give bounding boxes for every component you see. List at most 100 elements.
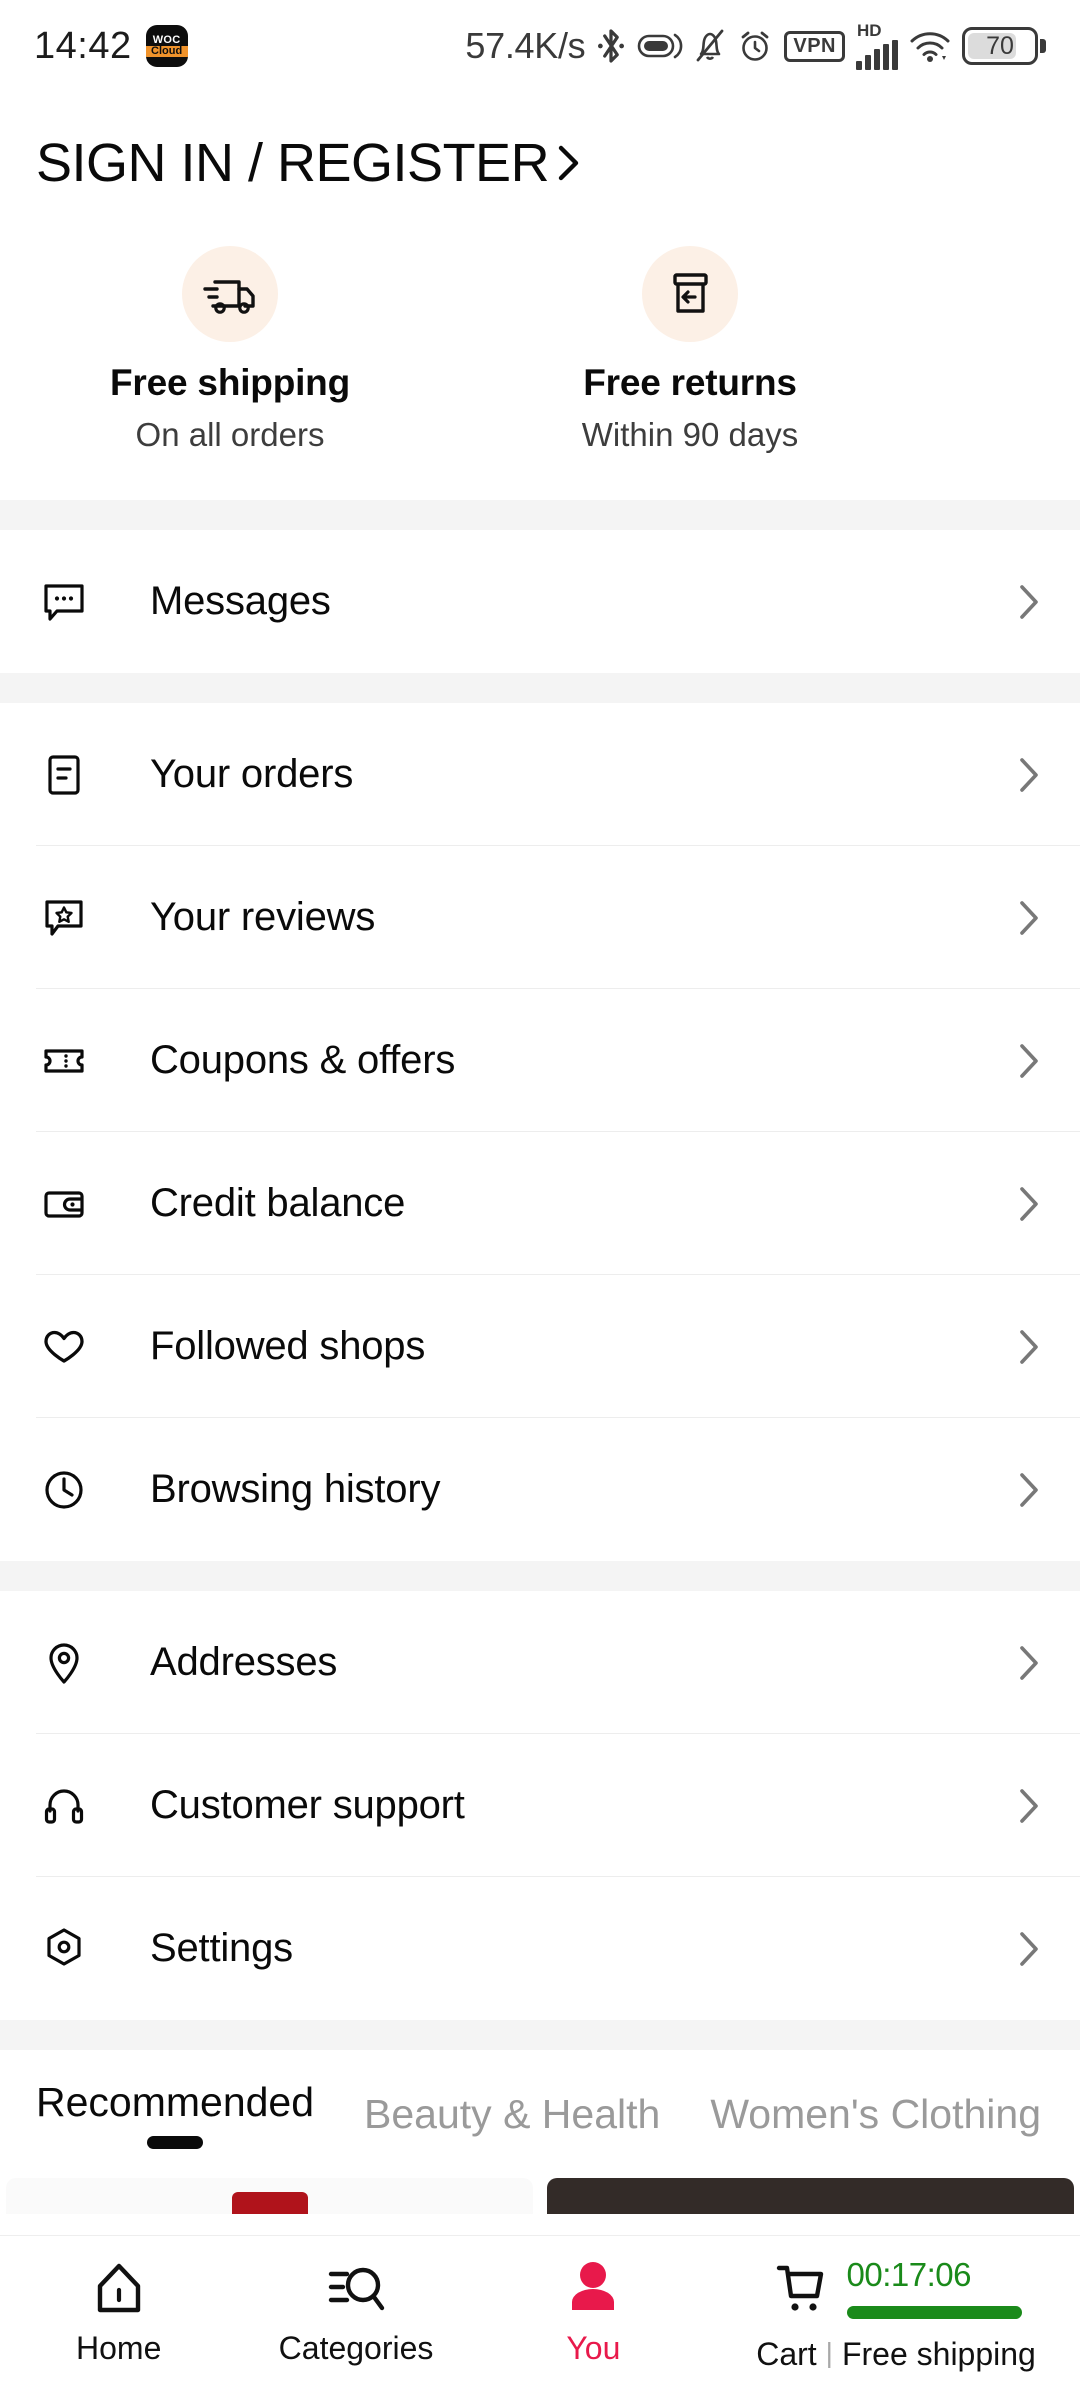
benefit-free-shipping[interactable]: Free shipping On all orders — [0, 246, 460, 454]
chevron-right-icon — [1014, 1924, 1044, 1974]
wifi-icon — [909, 29, 951, 63]
order-document-icon — [36, 751, 92, 799]
chevron-right-icon — [1014, 1036, 1044, 1086]
shopping-cart-icon — [771, 2252, 833, 2326]
menu-item-coupons-offers[interactable]: Coupons & offers — [0, 989, 1080, 1132]
tab-womens-clothing[interactable]: Women's Clothing — [710, 2091, 1041, 2138]
nav-item-you[interactable]: You — [475, 2252, 712, 2367]
menu-item-label: Browsing history — [150, 1467, 441, 1511]
notification-muted-icon — [694, 28, 726, 64]
chevron-right-icon — [1014, 1638, 1044, 1688]
section-divider-band — [0, 1561, 1080, 1591]
menu-item-label: Followed shops — [150, 1324, 426, 1368]
tab-active-indicator — [147, 2136, 204, 2149]
cart-promo-label: Free shipping — [841, 2336, 1036, 2372]
hd-label: HD — [857, 21, 882, 40]
menu-item-label: Customer support — [150, 1783, 465, 1827]
location-pin-icon — [36, 1638, 92, 1688]
product-card[interactable] — [547, 2178, 1074, 2214]
menu-item-credit-balance[interactable]: Credit balance — [0, 1132, 1080, 1275]
woc-cloud-badge-icon: WOC Cloud — [145, 25, 188, 67]
nav-item-categories[interactable]: Categories — [237, 2252, 474, 2367]
cart-label-separator: | — [825, 2336, 833, 2368]
benefit-free-returns[interactable]: Free returns Within 90 days — [460, 246, 920, 454]
tab-recommended[interactable]: Recommended — [36, 2079, 314, 2149]
product-card[interactable] — [6, 2178, 533, 2214]
sign-in-register-button[interactable]: SIGN IN / REGISTER — [0, 92, 1080, 228]
chevron-right-icon — [1014, 893, 1044, 943]
chevron-right-icon — [1014, 1465, 1044, 1515]
chevron-right-icon — [1014, 750, 1044, 800]
wallet-icon — [36, 1182, 92, 1226]
cart-countdown-timer: 00:17:06 — [846, 2256, 972, 2293]
status-bar-right: 57.4K/s VPN HD 70 — [465, 22, 1046, 70]
battery-percent-text: 70 — [986, 31, 1014, 60]
cellular-signal-icon: HD — [856, 22, 898, 70]
menu-item-label: Messages — [150, 579, 331, 623]
menu-item-label: Credit balance — [150, 1181, 406, 1225]
bluetooth-icon — [596, 27, 626, 65]
menu-item-label: Settings — [150, 1926, 293, 1970]
data-saver-icon — [637, 29, 683, 63]
menu-item-messages[interactable]: Messages — [0, 530, 1080, 673]
menu-item-browsing-history[interactable]: Browsing history — [0, 1418, 1080, 1561]
status-bar-left: 14:42 WOC Cloud — [34, 25, 188, 68]
section-divider-band — [0, 673, 1080, 703]
chevron-right-icon — [1014, 1781, 1044, 1831]
cart-timer-block: 00:17:06 — [846, 2252, 1022, 2319]
tab-beauty-health[interactable]: Beauty & Health — [364, 2091, 660, 2138]
menu-group-support: Addresses Customer support Settings — [0, 1591, 1080, 2020]
nav-item-label: Cart — [756, 2336, 817, 2372]
vpn-indicator: VPN — [784, 30, 845, 62]
feed-tabs: Recommended Beauty & Health Women's Clot… — [0, 2050, 1080, 2178]
menu-item-followed-shops[interactable]: Followed shops — [0, 1275, 1080, 1418]
benefit-title: Free returns — [583, 362, 797, 403]
chevron-right-icon — [1014, 577, 1044, 627]
nav-item-home[interactable]: Home — [0, 2252, 237, 2367]
status-bar: 14:42 WOC Cloud 57.4K/s VPN HD 70 — [0, 0, 1080, 92]
benefit-subtitle: On all orders — [135, 416, 325, 453]
menu-group-messages: Messages — [0, 530, 1080, 673]
network-speed-text: 57.4K/s — [465, 25, 586, 66]
coupon-ticket-icon — [36, 1039, 92, 1083]
battery-icon: 70 — [962, 27, 1046, 65]
home-icon — [90, 2252, 148, 2326]
user-person-icon — [565, 2252, 621, 2326]
section-divider-band — [0, 2020, 1080, 2050]
chevron-right-icon — [1014, 1322, 1044, 1372]
settings-hexagon-icon — [36, 1924, 92, 1974]
menu-item-addresses[interactable]: Addresses — [0, 1591, 1080, 1734]
menu-item-settings[interactable]: Settings — [0, 1877, 1080, 2020]
tab-label: Beauty & Health — [364, 2090, 661, 2137]
section-divider-band — [0, 500, 1080, 530]
menu-item-your-orders[interactable]: Your orders — [0, 703, 1080, 846]
signal-bars — [856, 40, 898, 70]
cart-labels: Cart | Free shipping — [756, 2332, 1036, 2373]
tab-label: Recommended — [36, 2079, 315, 2125]
nav-item-label: You — [566, 2330, 621, 2366]
tab-label: Women's Clothing — [710, 2090, 1041, 2137]
menu-item-label: Your orders — [150, 752, 354, 796]
return-box-icon — [642, 246, 738, 342]
nav-item-cart[interactable]: 00:17:06 Cart | Free shipping — [712, 2252, 1080, 2373]
menu-group-account: Your orders Your reviews Coupons & offer… — [0, 703, 1080, 1561]
cart-progress-bar — [846, 2306, 1022, 2319]
alarm-icon — [737, 28, 773, 64]
nav-item-label: Home — [76, 2330, 162, 2366]
benefit-title: Free shipping — [110, 362, 350, 403]
shipping-truck-icon — [182, 246, 278, 342]
status-bar-clock: 14:42 — [34, 24, 132, 67]
menu-item-your-reviews[interactable]: Your reviews — [0, 846, 1080, 989]
bottom-navigation-bar: Home Categories You 00:17:06 Cart | Free… — [0, 2235, 1080, 2400]
categories-search-icon — [323, 2252, 389, 2326]
nav-item-label: Categories — [278, 2330, 434, 2366]
sign-in-register-label: SIGN IN / REGISTER — [36, 133, 550, 193]
menu-item-label: Addresses — [150, 1640, 338, 1684]
cart-inner: 00:17:06 — [771, 2252, 1022, 2326]
benefits-row: Free shipping On all orders Free returns… — [0, 228, 1080, 500]
menu-item-customer-support[interactable]: Customer support — [0, 1734, 1080, 1877]
heart-icon — [36, 1324, 92, 1370]
review-star-bubble-icon — [36, 894, 92, 942]
menu-item-label: Your reviews — [150, 895, 376, 939]
product-feed-preview — [0, 2178, 1080, 2214]
